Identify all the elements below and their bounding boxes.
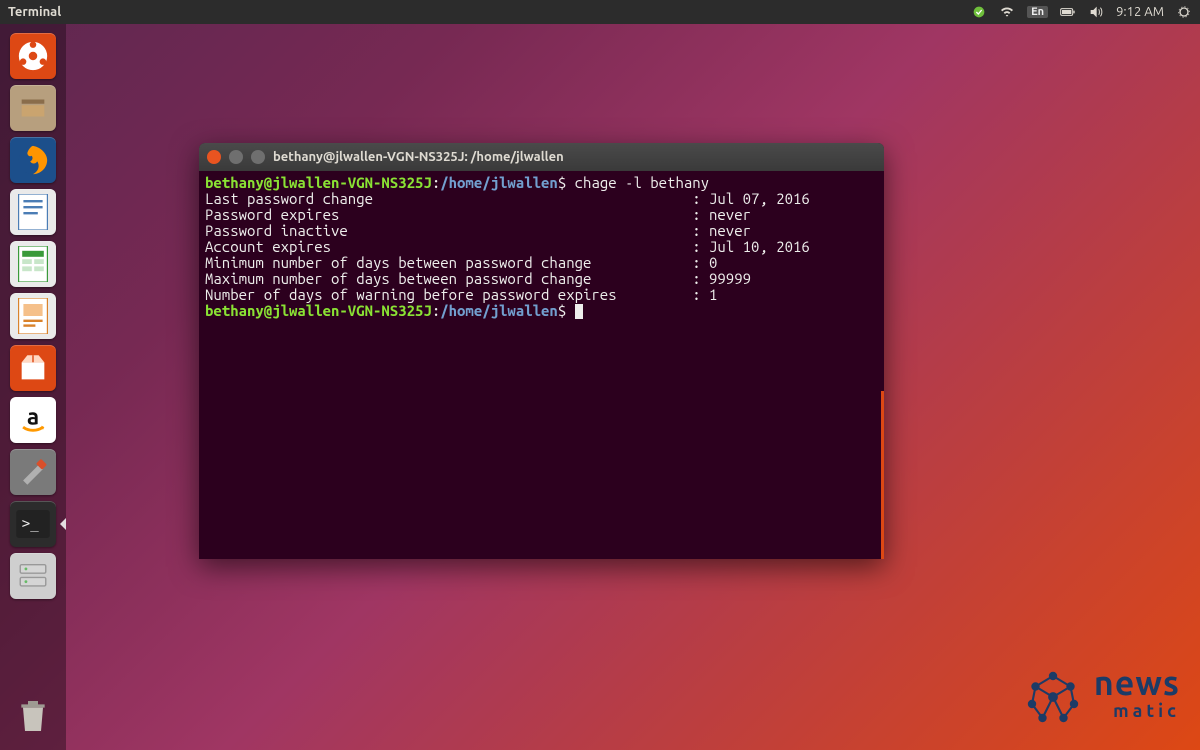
window-minimize-button[interactable] xyxy=(229,150,243,164)
terminal-content[interactable]: bethany@jlwallen-VGN-NS325J:/home/jlwall… xyxy=(199,171,884,559)
battery-icon[interactable] xyxy=(1060,4,1076,20)
launcher-terminal[interactable]: >_ xyxy=(7,498,59,550)
launcher-files[interactable] xyxy=(7,82,59,134)
window-close-button[interactable] xyxy=(207,150,221,164)
launcher-amazon[interactable]: a xyxy=(7,394,59,446)
watermark: news matic xyxy=(1018,662,1180,732)
active-app-label: Terminal xyxy=(8,5,61,19)
launcher-firefox[interactable] xyxy=(7,134,59,186)
launcher-dash[interactable] xyxy=(7,30,59,82)
svg-text:>_: >_ xyxy=(22,516,39,532)
watermark-globe-icon xyxy=(1018,662,1088,732)
wifi-icon[interactable] xyxy=(999,4,1015,20)
launcher-calc[interactable] xyxy=(7,238,59,290)
svg-text:a: a xyxy=(27,404,39,429)
launcher-trash[interactable] xyxy=(7,690,59,742)
launcher-writer[interactable] xyxy=(7,186,59,238)
update-icon[interactable] xyxy=(971,4,987,20)
launcher-impress[interactable] xyxy=(7,290,59,342)
watermark-text: news matic xyxy=(1094,669,1180,725)
volume-icon[interactable] xyxy=(1088,4,1104,20)
language-indicator[interactable]: En xyxy=(1027,6,1048,18)
launcher-settings[interactable] xyxy=(7,446,59,498)
window-titlebar[interactable]: bethany@jlwallen-VGN-NS325J: /home/jlwal… xyxy=(199,143,884,171)
system-tray: En 9:12 AM xyxy=(971,4,1192,20)
window-maximize-button[interactable] xyxy=(251,150,265,164)
window-title: bethany@jlwallen-VGN-NS325J: /home/jlwal… xyxy=(273,150,564,164)
top-menubar: Terminal En 9:12 AM xyxy=(0,0,1200,24)
launcher-software[interactable] xyxy=(7,342,59,394)
session-icon[interactable] xyxy=(1176,4,1192,20)
scrollbar-edge[interactable] xyxy=(881,391,884,559)
clock[interactable]: 9:12 AM xyxy=(1116,5,1164,19)
terminal-window: bethany@jlwallen-VGN-NS325J: /home/jlwal… xyxy=(199,143,884,559)
launcher-servers[interactable] xyxy=(7,550,59,602)
unity-launcher: a >_ xyxy=(0,24,66,750)
